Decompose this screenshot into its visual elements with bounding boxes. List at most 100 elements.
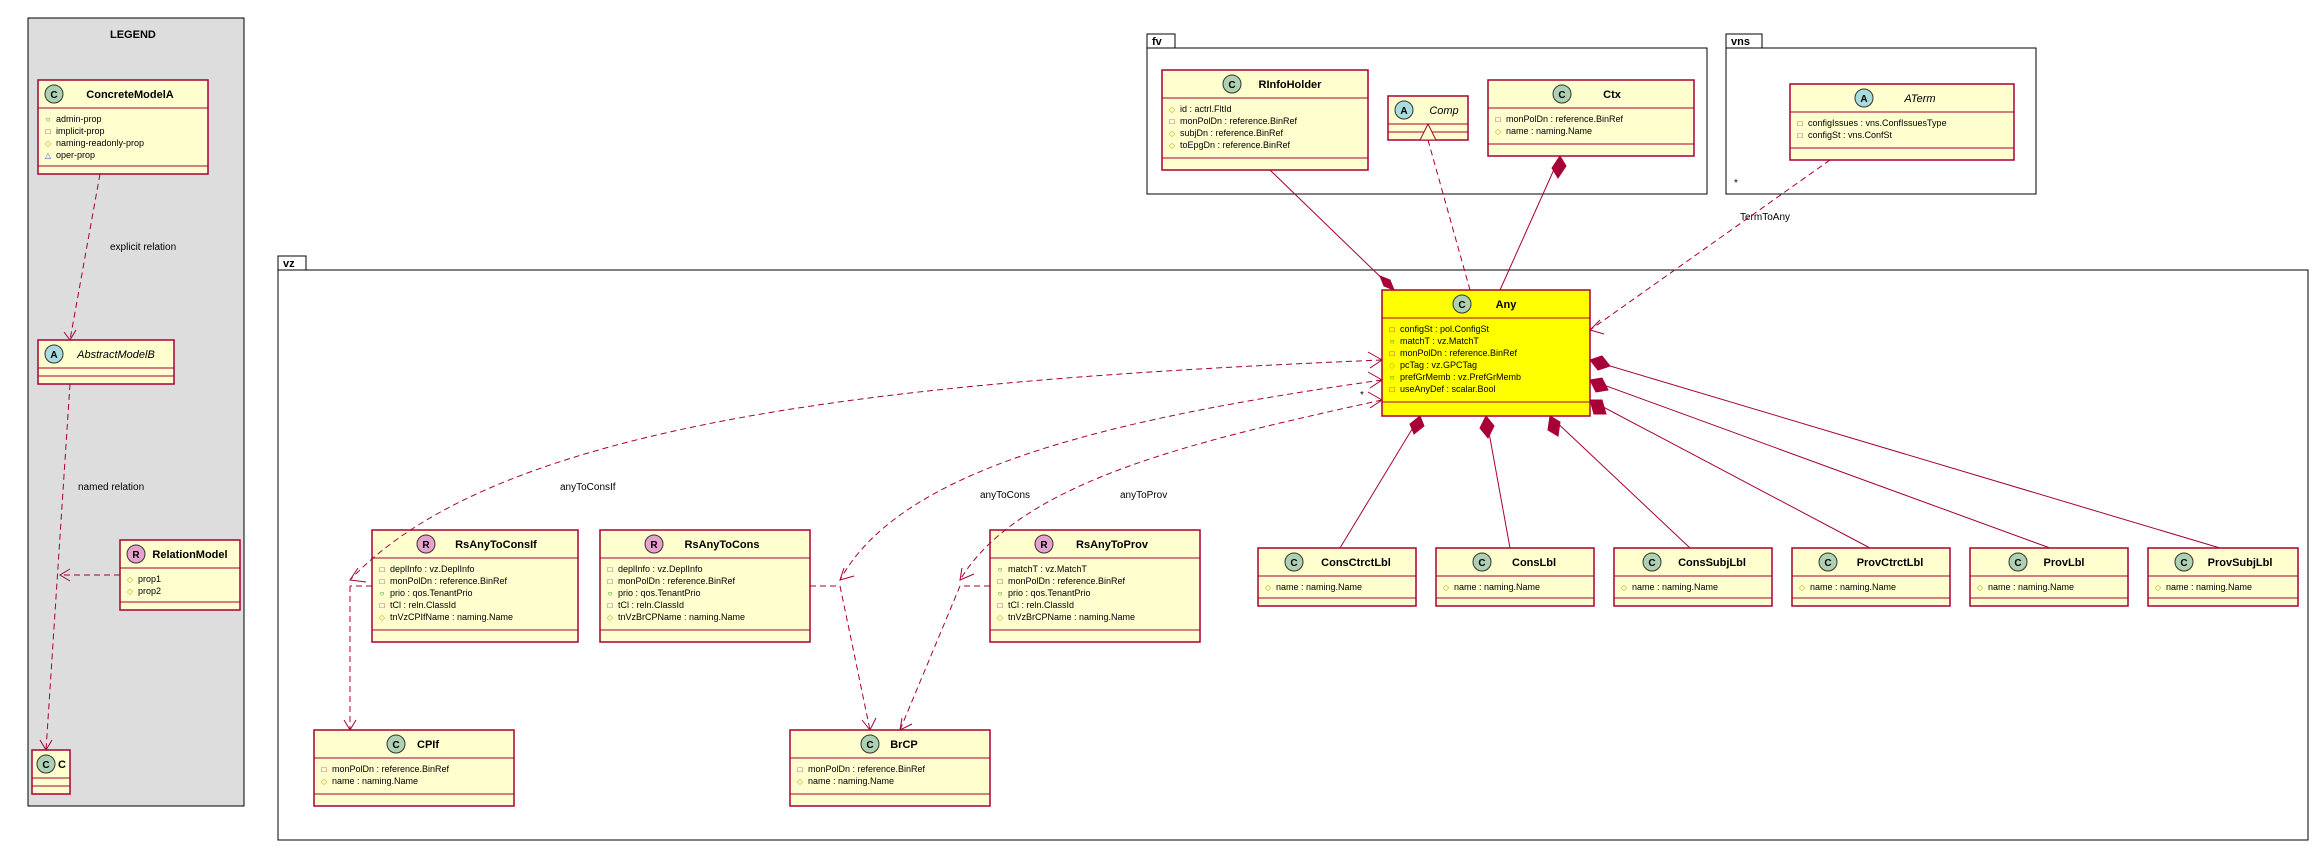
svg-text:○: ○ [1390,373,1395,382]
svg-text:admin-prop: admin-prop [56,114,102,124]
svg-text:C: C [1228,80,1235,91]
svg-text:deplInfo : vz.DeplInfo: deplInfo : vz.DeplInfo [618,564,703,574]
svg-text:□: □ [380,565,385,574]
svg-text:C: C [1648,558,1655,569]
svg-text:name : naming.Name: name : naming.Name [808,776,894,786]
svg-text:□: □ [1170,117,1175,126]
vz-conssubjlbl-node[interactable]: C ConsSubjLbl ◇name : naming.Name [1614,548,1772,606]
svg-text:matchT : vz.MatchT: matchT : vz.MatchT [1400,336,1479,346]
legend-abstract-node[interactable]: A AbstractModelB [38,340,174,384]
legend-concrete-node[interactable]: C ConcreteModelA ○admin-prop □implicit-p… [38,80,208,174]
svg-text:◇: ◇ [1169,141,1176,150]
svg-text:monPolDn : reference.BinRef: monPolDn : reference.BinRef [618,576,736,586]
svg-text:Ctx: Ctx [1603,89,1622,101]
svg-text:*: * [1360,390,1364,401]
svg-text:C: C [2180,558,2187,569]
vz-provsubjlbl-node[interactable]: C ProvSubjLbl ◇name : naming.Name [2148,548,2298,606]
svg-text:prop1: prop1 [138,574,161,584]
svg-text:□: □ [998,577,1003,586]
legend-title: LEGEND [110,29,156,41]
svg-text:R: R [132,550,140,561]
svg-text:name : naming.Name: name : naming.Name [1632,582,1718,592]
vz-conscrtctlbl-node[interactable]: C ConsCtrctLbl ◇name : naming.Name [1258,548,1416,606]
svg-text:Any: Any [1496,299,1518,311]
svg-text:tCl : reln.ClassId: tCl : reln.ClassId [618,600,684,610]
svg-text:○: ○ [998,565,1003,574]
svg-text:monPolDn : reference.BinRef: monPolDn : reference.BinRef [808,764,926,774]
vz-provlbl-node[interactable]: C ProvLbl ◇name : naming.Name [1970,548,2128,606]
svg-text:RelationModel: RelationModel [152,549,227,561]
svg-text:name : naming.Name: name : naming.Name [2166,582,2252,592]
svg-text:□: □ [798,765,803,774]
svg-text:□: □ [380,577,385,586]
vz-conslbl-node[interactable]: C ConsLbl ◇name : naming.Name [1436,548,1594,606]
svg-text:monPolDn : reference.BinRef: monPolDn : reference.BinRef [332,764,450,774]
svg-text:name : naming.Name: name : naming.Name [1506,126,1592,136]
svg-text:C: C [1478,558,1485,569]
svg-text:□: □ [1798,119,1803,128]
svg-text:◇: ◇ [127,587,134,596]
svg-text:implicit-prop: implicit-prop [56,126,105,136]
svg-text:◇: ◇ [45,139,52,148]
svg-text:□: □ [1798,131,1803,140]
vz-rsanytoconsif-node[interactable]: R RsAnyToConsIf □deplInfo : vz.DeplInfo … [372,530,578,642]
legend-c-node[interactable]: C C [32,750,70,794]
svg-text:RsAnyToCons: RsAnyToCons [685,539,760,551]
svg-text:subjDn : reference.BinRef: subjDn : reference.BinRef [1180,128,1284,138]
svg-text:RInfoHolder: RInfoHolder [1259,79,1323,91]
svg-text:○: ○ [46,115,51,124]
fv-rinfoholder-node[interactable]: C RInfoHolder ◇id : actrl.FltId □monPolD… [1162,70,1368,170]
svg-text:vns: vns [1731,36,1750,48]
svg-text:*: * [1734,178,1738,189]
svg-text:R: R [650,540,658,551]
svg-text:◇: ◇ [1169,105,1176,114]
svg-text:id : actrl.FltId: id : actrl.FltId [1180,104,1232,114]
svg-text:vz: vz [283,258,295,270]
svg-text:◇: ◇ [1389,361,1396,370]
svg-text:◇: ◇ [1621,583,1628,592]
svg-text:configIssues : vns.ConfIssuesT: configIssues : vns.ConfIssuesType [1808,118,1947,128]
fv-ctx-node[interactable]: C Ctx □monPolDn : reference.BinRef ◇name… [1488,80,1694,156]
svg-text:prio : qos.TenantPrio: prio : qos.TenantPrio [618,588,701,598]
svg-text:◇: ◇ [1977,583,1984,592]
svg-text:R: R [1040,540,1048,551]
svg-text:□: □ [608,565,613,574]
svg-text:C: C [1458,300,1465,311]
svg-text:pcTag : vz.GPCTag: pcTag : vz.GPCTag [1400,360,1477,370]
svg-text:◇: ◇ [379,613,386,622]
svg-text:monPolDn : reference.BinRef: monPolDn : reference.BinRef [390,576,508,586]
svg-text:prio : qos.TenantPrio: prio : qos.TenantPrio [390,588,473,598]
svg-text:□: □ [46,127,51,136]
vz-any-node[interactable]: C Any □configSt : pol.ConfigSt ○matchT :… [1382,290,1590,416]
rel-rinfo-any [1270,170,1394,290]
svg-text:ProvSubjLbl: ProvSubjLbl [2208,557,2273,569]
svg-text:□: □ [322,765,327,774]
svg-text:prop2: prop2 [138,586,161,596]
svg-text:◇: ◇ [997,613,1004,622]
legend-relation-node[interactable]: R RelationModel ◇prop1 ◇prop2 [120,540,240,610]
svg-text:naming-readonly-prop: naming-readonly-prop [56,138,144,148]
svg-text:□: □ [998,601,1003,610]
svg-text:AbstractModelB: AbstractModelB [76,349,155,361]
svg-text:C: C [58,759,66,771]
vns-aterm-node[interactable]: A ATerm □configIssues : vns.ConfIssuesTy… [1790,84,2014,160]
vz-rsanytoprov-node[interactable]: R RsAnyToProv ○matchT : vz.MatchT □monPo… [990,530,1200,642]
svg-text:tnVzCPIfName : naming.Name: tnVzCPIfName : naming.Name [390,612,513,622]
vz-provctrctlbl-node[interactable]: C ProvCtrctLbl ◇name : naming.Name [1792,548,1950,606]
svg-text:useAnyDef : scalar.Bool: useAnyDef : scalar.Bool [1400,384,1496,394]
svg-text:□: □ [1390,349,1395,358]
svg-text:ProvLbl: ProvLbl [2044,557,2085,569]
svg-text:RsAnyToConsIf: RsAnyToConsIf [455,539,537,551]
vz-brcp-node[interactable]: C BrCP □monPolDn : reference.BinRef ◇nam… [790,730,990,806]
svg-text:◇: ◇ [1265,583,1272,592]
svg-text:anyToCons: anyToCons [980,490,1030,501]
svg-text:□: □ [608,577,613,586]
vz-cpif-node[interactable]: C CPIf □monPolDn : reference.BinRef ◇nam… [314,730,514,806]
svg-text:BrCP: BrCP [890,739,918,751]
svg-text:□: □ [1390,385,1395,394]
svg-text:◇: ◇ [1443,583,1450,592]
svg-text:C: C [42,760,49,771]
vz-rsanytocons-node[interactable]: R RsAnyToCons □ deplInfo : vz.DeplInfo □ m… [600,530,810,642]
svg-text:○: ○ [380,589,385,598]
svg-text:deplInfo : vz.DeplInfo: deplInfo : vz.DeplInfo [390,564,475,574]
